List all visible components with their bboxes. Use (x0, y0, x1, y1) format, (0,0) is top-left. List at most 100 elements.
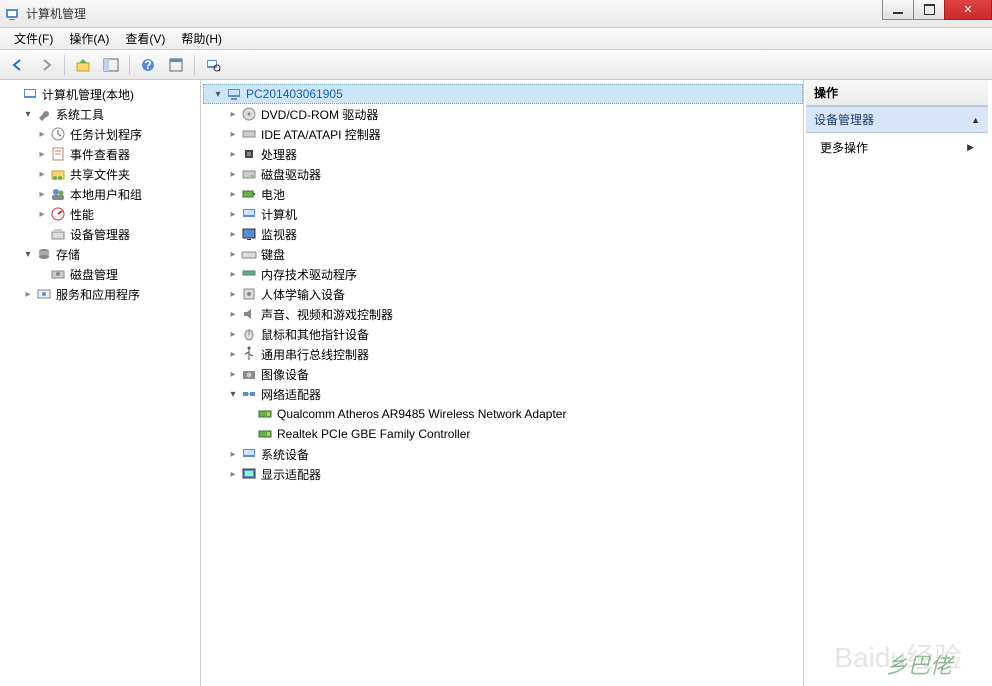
expander-icon[interactable] (36, 188, 48, 200)
help-button[interactable]: ? (136, 53, 160, 77)
device-processor[interactable]: 处理器 (203, 144, 803, 164)
toolbar: ? (0, 50, 992, 80)
device-hid[interactable]: 人体学输入设备 (203, 284, 803, 304)
expander-icon[interactable] (22, 288, 34, 300)
expander-icon[interactable] (227, 228, 239, 240)
services-icon (36, 286, 52, 302)
tree-label: 电池 (261, 186, 285, 203)
tree-root[interactable]: 计算机管理(本地) (4, 84, 200, 104)
device-monitor[interactable]: 监视器 (203, 224, 803, 244)
expander-icon[interactable] (227, 208, 239, 220)
tree-label: 系统工具 (56, 106, 104, 123)
expander-icon[interactable] (227, 468, 239, 480)
ide-icon (241, 126, 257, 142)
menu-help[interactable]: 帮助(H) (173, 28, 230, 49)
window-controls (883, 0, 992, 20)
expander-icon[interactable] (227, 348, 239, 360)
display-adapter-icon (241, 466, 257, 482)
left-tree-pane: 计算机管理(本地) 系统工具 任务计划程序 事件查看器 共享文件夹 本地用户和组 (4, 80, 201, 686)
maximize-button[interactable] (913, 0, 945, 20)
tree-performance[interactable]: 性能 (4, 204, 200, 224)
forward-button[interactable] (34, 53, 58, 77)
tree-label: PC201403061905 (246, 87, 343, 101)
menu-view[interactable]: 查看(V) (117, 28, 173, 49)
expander-icon[interactable] (36, 128, 48, 140)
device-nic1[interactable]: Qualcomm Atheros AR9485 Wireless Network… (203, 404, 803, 424)
device-computers[interactable]: 计算机 (203, 204, 803, 224)
expander-icon[interactable] (227, 268, 239, 280)
minimize-button[interactable] (882, 0, 914, 20)
tree-label: Realtek PCIe GBE Family Controller (277, 427, 470, 441)
tree-storage[interactable]: 存储 (4, 244, 200, 264)
tree-disk-mgmt[interactable]: 磁盘管理 (4, 264, 200, 284)
properties-button[interactable] (164, 53, 188, 77)
hdd-icon (241, 166, 257, 182)
device-system[interactable]: 系统设备 (203, 444, 803, 464)
expander-icon[interactable] (227, 308, 239, 320)
tree-system-tools[interactable]: 系统工具 (4, 104, 200, 124)
clock-icon (50, 126, 66, 142)
menu-action[interactable]: 操作(A) (61, 28, 117, 49)
expander-icon[interactable] (227, 448, 239, 460)
tree-local-users[interactable]: 本地用户和组 (4, 184, 200, 204)
scan-button[interactable] (201, 53, 225, 77)
tree-label: Qualcomm Atheros AR9485 Wireless Network… (277, 407, 566, 421)
expander-icon[interactable] (227, 128, 239, 140)
device-usb[interactable]: 通用串行总线控制器 (203, 344, 803, 364)
close-button[interactable] (944, 0, 992, 20)
back-button[interactable] (6, 53, 30, 77)
device-dvd[interactable]: DVD/CD-ROM 驱动器 (203, 104, 803, 124)
tree-device-manager[interactable]: 设备管理器 (4, 224, 200, 244)
device-disk-drives[interactable]: 磁盘驱动器 (203, 164, 803, 184)
memory-icon (241, 266, 257, 282)
tree-task-scheduler[interactable]: 任务计划程序 (4, 124, 200, 144)
device-ide[interactable]: IDE ATA/ATAPI 控制器 (203, 124, 803, 144)
device-mouse[interactable]: 鼠标和其他指针设备 (203, 324, 803, 344)
device-root[interactable]: PC201403061905 (203, 84, 803, 104)
expander-icon[interactable] (22, 248, 34, 260)
tree-label: DVD/CD-ROM 驱动器 (261, 106, 378, 123)
expander-icon[interactable] (227, 108, 239, 120)
tree-services-apps[interactable]: 服务和应用程序 (4, 284, 200, 304)
device-battery[interactable]: 电池 (203, 184, 803, 204)
expander-icon[interactable] (212, 88, 224, 100)
expander-icon[interactable] (227, 168, 239, 180)
wrench-icon (36, 106, 52, 122)
expander-icon[interactable] (227, 188, 239, 200)
expander-icon[interactable] (227, 388, 239, 400)
device-sound[interactable]: 声音、视频和游戏控制器 (203, 304, 803, 324)
device-manager-icon (50, 226, 66, 242)
up-button[interactable] (71, 53, 95, 77)
tree-event-viewer[interactable]: 事件查看器 (4, 144, 200, 164)
expander-icon[interactable] (227, 368, 239, 380)
monitor-icon (241, 226, 257, 242)
tree-shared-folders[interactable]: 共享文件夹 (4, 164, 200, 184)
actions-header: 操作 (806, 80, 988, 106)
nic-icon (257, 406, 273, 422)
menubar: 文件(F) 操作(A) 查看(V) 帮助(H) (0, 28, 992, 50)
more-actions-item[interactable]: 更多操作 ▶ (806, 133, 988, 162)
expander-icon[interactable] (22, 108, 34, 120)
keyboard-icon (241, 246, 257, 262)
expander-icon[interactable] (36, 208, 48, 220)
device-keyboard[interactable]: 键盘 (203, 244, 803, 264)
menu-file[interactable]: 文件(F) (6, 28, 61, 49)
expander-icon[interactable] (227, 328, 239, 340)
device-imaging[interactable]: 图像设备 (203, 364, 803, 384)
expander-icon[interactable] (227, 248, 239, 260)
expander-icon[interactable] (227, 288, 239, 300)
actions-section[interactable]: 设备管理器 ▲ (806, 106, 988, 133)
expander-icon[interactable] (36, 148, 48, 160)
device-network[interactable]: 网络适配器 (203, 384, 803, 404)
show-hide-tree-button[interactable] (99, 53, 123, 77)
device-display[interactable]: 显示适配器 (203, 464, 803, 484)
expander-icon[interactable] (36, 168, 48, 180)
hid-icon (241, 286, 257, 302)
usb-icon (241, 346, 257, 362)
tree-label: 磁盘驱动器 (261, 166, 321, 183)
device-memory[interactable]: 内存技术驱动程序 (203, 264, 803, 284)
camera-icon (241, 366, 257, 382)
tree-label: 系统设备 (261, 446, 309, 463)
device-nic2[interactable]: Realtek PCIe GBE Family Controller (203, 424, 803, 444)
expander-icon[interactable] (227, 148, 239, 160)
